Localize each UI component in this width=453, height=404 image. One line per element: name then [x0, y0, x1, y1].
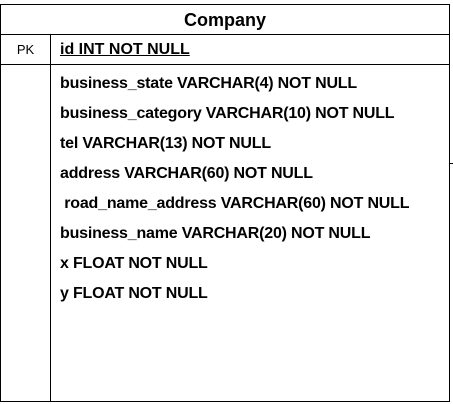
primary-key-field[interactable]: id INT NOT NULL — [60, 35, 190, 64]
entity-title: Company — [1, 5, 449, 35]
field-list: business_state VARCHAR(4) NOT NULL busin… — [1, 67, 449, 367]
field-business-state[interactable]: business_state VARCHAR(4) NOT NULL — [60, 69, 357, 99]
primary-key-divider — [1, 64, 449, 65]
field-tel[interactable]: tel VARCHAR(13) NOT NULL — [60, 129, 271, 159]
field-y[interactable]: y FLOAT NOT NULL — [60, 279, 208, 309]
entity-table-company[interactable]: Company PK id INT NOT NULL business_stat… — [0, 4, 450, 402]
field-road-name-address[interactable]: road_name_address VARCHAR(60) NOT NULL — [60, 189, 409, 219]
primary-key-label: PK — [16, 42, 35, 57]
field-address[interactable]: address VARCHAR(60) NOT NULL — [60, 159, 313, 189]
field-x[interactable]: x FLOAT NOT NULL — [60, 249, 208, 279]
field-business-name[interactable]: business_name VARCHAR(20) NOT NULL — [60, 219, 370, 249]
field-business-category[interactable]: business_category VARCHAR(10) NOT NULL — [60, 99, 395, 129]
